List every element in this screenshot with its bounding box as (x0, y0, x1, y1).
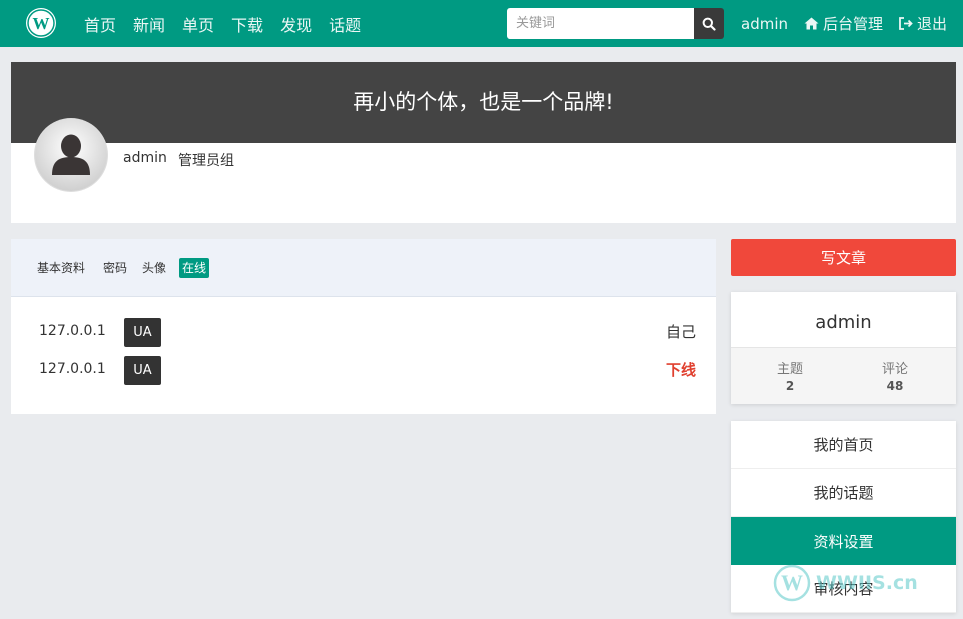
logout-session-link[interactable]: 下线 (666, 359, 696, 380)
stat-comments[interactable]: 评论 48 (839, 358, 951, 393)
profile-username: admin (123, 150, 167, 166)
ua-badge[interactable]: UA (124, 318, 161, 347)
admin-link-label: 后台管理 (823, 15, 884, 33)
nav-discover[interactable]: 发现 (280, 12, 312, 36)
main-nav: 首页 新闻 单页 下载 发现 话题 (84, 0, 378, 47)
stat-topics-label: 主题 (776, 362, 803, 377)
slogan: 再小的个体，也是一个品牌! (353, 90, 614, 114)
user-link[interactable]: admin (741, 15, 788, 33)
menu-review-content[interactable]: 审核内容 (731, 565, 956, 613)
logo-icon[interactable]: W (26, 8, 56, 38)
user-card-name: admin (815, 312, 872, 333)
stat-comments-label: 评论 (881, 362, 908, 377)
user-name: admin (741, 14, 788, 33)
session-status-self: 自己 (665, 323, 696, 341)
logout-label: 退出 (917, 15, 948, 33)
svg-text:W: W (33, 14, 50, 33)
write-article-button[interactable]: 写文章 (731, 239, 956, 276)
menu-my-home[interactable]: 我的首页 (731, 421, 956, 469)
ua-badge[interactable]: UA (124, 356, 161, 385)
settings-tabs: 基本资料 密码 头像 在线 (11, 239, 716, 297)
settings-panel: 基本资料 密码 头像 在线 127.0.0.1 UA 自己 127.0.0.1 … (11, 239, 716, 414)
nav-home[interactable]: 首页 (84, 12, 116, 36)
menu-profile-settings[interactable]: 资料设置 (731, 517, 956, 565)
search-icon (702, 17, 716, 31)
avatar[interactable] (35, 119, 107, 191)
nav-news[interactable]: 新闻 (133, 12, 165, 36)
stat-comments-value: 48 (886, 379, 904, 393)
profile-banner: 再小的个体，也是一个品牌! admin 管理员组 (11, 62, 956, 223)
logout-link[interactable]: 退出 (899, 13, 947, 34)
user-stats: 主题 2 评论 48 (731, 347, 956, 404)
user-links: admin 后台管理 退出 (741, 0, 963, 47)
nav-page[interactable]: 单页 (182, 12, 214, 36)
nav-download[interactable]: 下载 (231, 12, 263, 36)
banner-dark-area: 再小的个体，也是一个品牌! (11, 62, 956, 143)
search-input[interactable] (507, 8, 694, 39)
nav-topics[interactable]: 话题 (329, 12, 361, 36)
menu-my-topics[interactable]: 我的话题 (731, 469, 956, 517)
profile-group: 管理员组 (178, 153, 234, 169)
tab-profile[interactable]: 基本资料 (37, 258, 85, 278)
user-card: admin 主题 2 评论 48 (731, 292, 956, 404)
session-ip: 127.0.0.1 (39, 361, 106, 377)
user-menu: 我的首页 我的话题 资料设置 审核内容 (731, 421, 956, 613)
sign-out-icon (899, 17, 913, 30)
tab-avatar[interactable]: 头像 (142, 258, 166, 278)
user-avatar-icon (35, 119, 107, 191)
search-box (507, 8, 724, 39)
tab-password[interactable]: 密码 (103, 258, 127, 278)
home-icon (804, 17, 819, 30)
session-ip: 127.0.0.1 (39, 323, 106, 339)
tab-online[interactable]: 在线 (179, 258, 210, 278)
stat-topics-value: 2 (785, 379, 795, 393)
search-button[interactable] (694, 8, 724, 39)
admin-link[interactable]: 后台管理 (804, 13, 883, 34)
top-navbar: W 首页 新闻 单页 下载 发现 话题 admin 后台管理 (0, 0, 963, 47)
stat-topics[interactable]: 主题 2 (734, 358, 846, 393)
